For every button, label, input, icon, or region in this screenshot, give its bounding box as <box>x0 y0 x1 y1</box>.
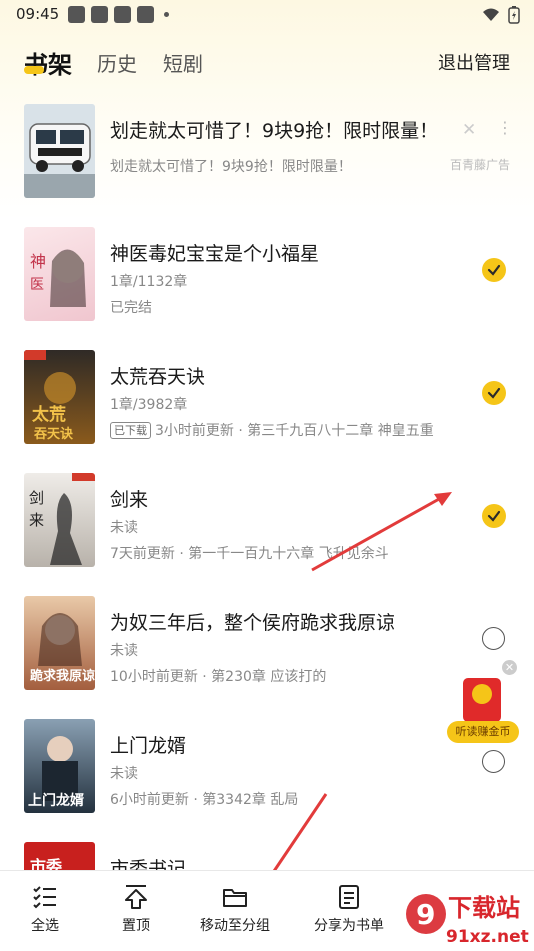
watermark-url: 91xz.net <box>446 927 529 947</box>
svg-text:9: 9 <box>416 898 435 931</box>
site-watermark: 9 下载站 91xz.net <box>406 894 529 947</box>
select-all-icon <box>33 886 56 909</box>
move-to-group-label: 移动至分组 <box>200 918 270 934</box>
folder-icon <box>223 889 247 907</box>
watermark-brand: 下载站 <box>448 894 520 922</box>
booklist-icon <box>339 885 359 909</box>
move-to-group-button[interactable]: 移动至分组 <box>180 883 290 935</box>
pin-top-button[interactable]: 置顶 <box>81 883 191 935</box>
pin-top-label: 置顶 <box>122 918 150 934</box>
annotation-arrows <box>260 492 452 892</box>
share-booklist-label: 分享为书单 <box>314 918 384 934</box>
pin-top-icon <box>125 885 147 909</box>
arrow-to-checkbox <box>311 492 449 572</box>
share-booklist-button[interactable]: 分享为书单 <box>294 883 404 935</box>
